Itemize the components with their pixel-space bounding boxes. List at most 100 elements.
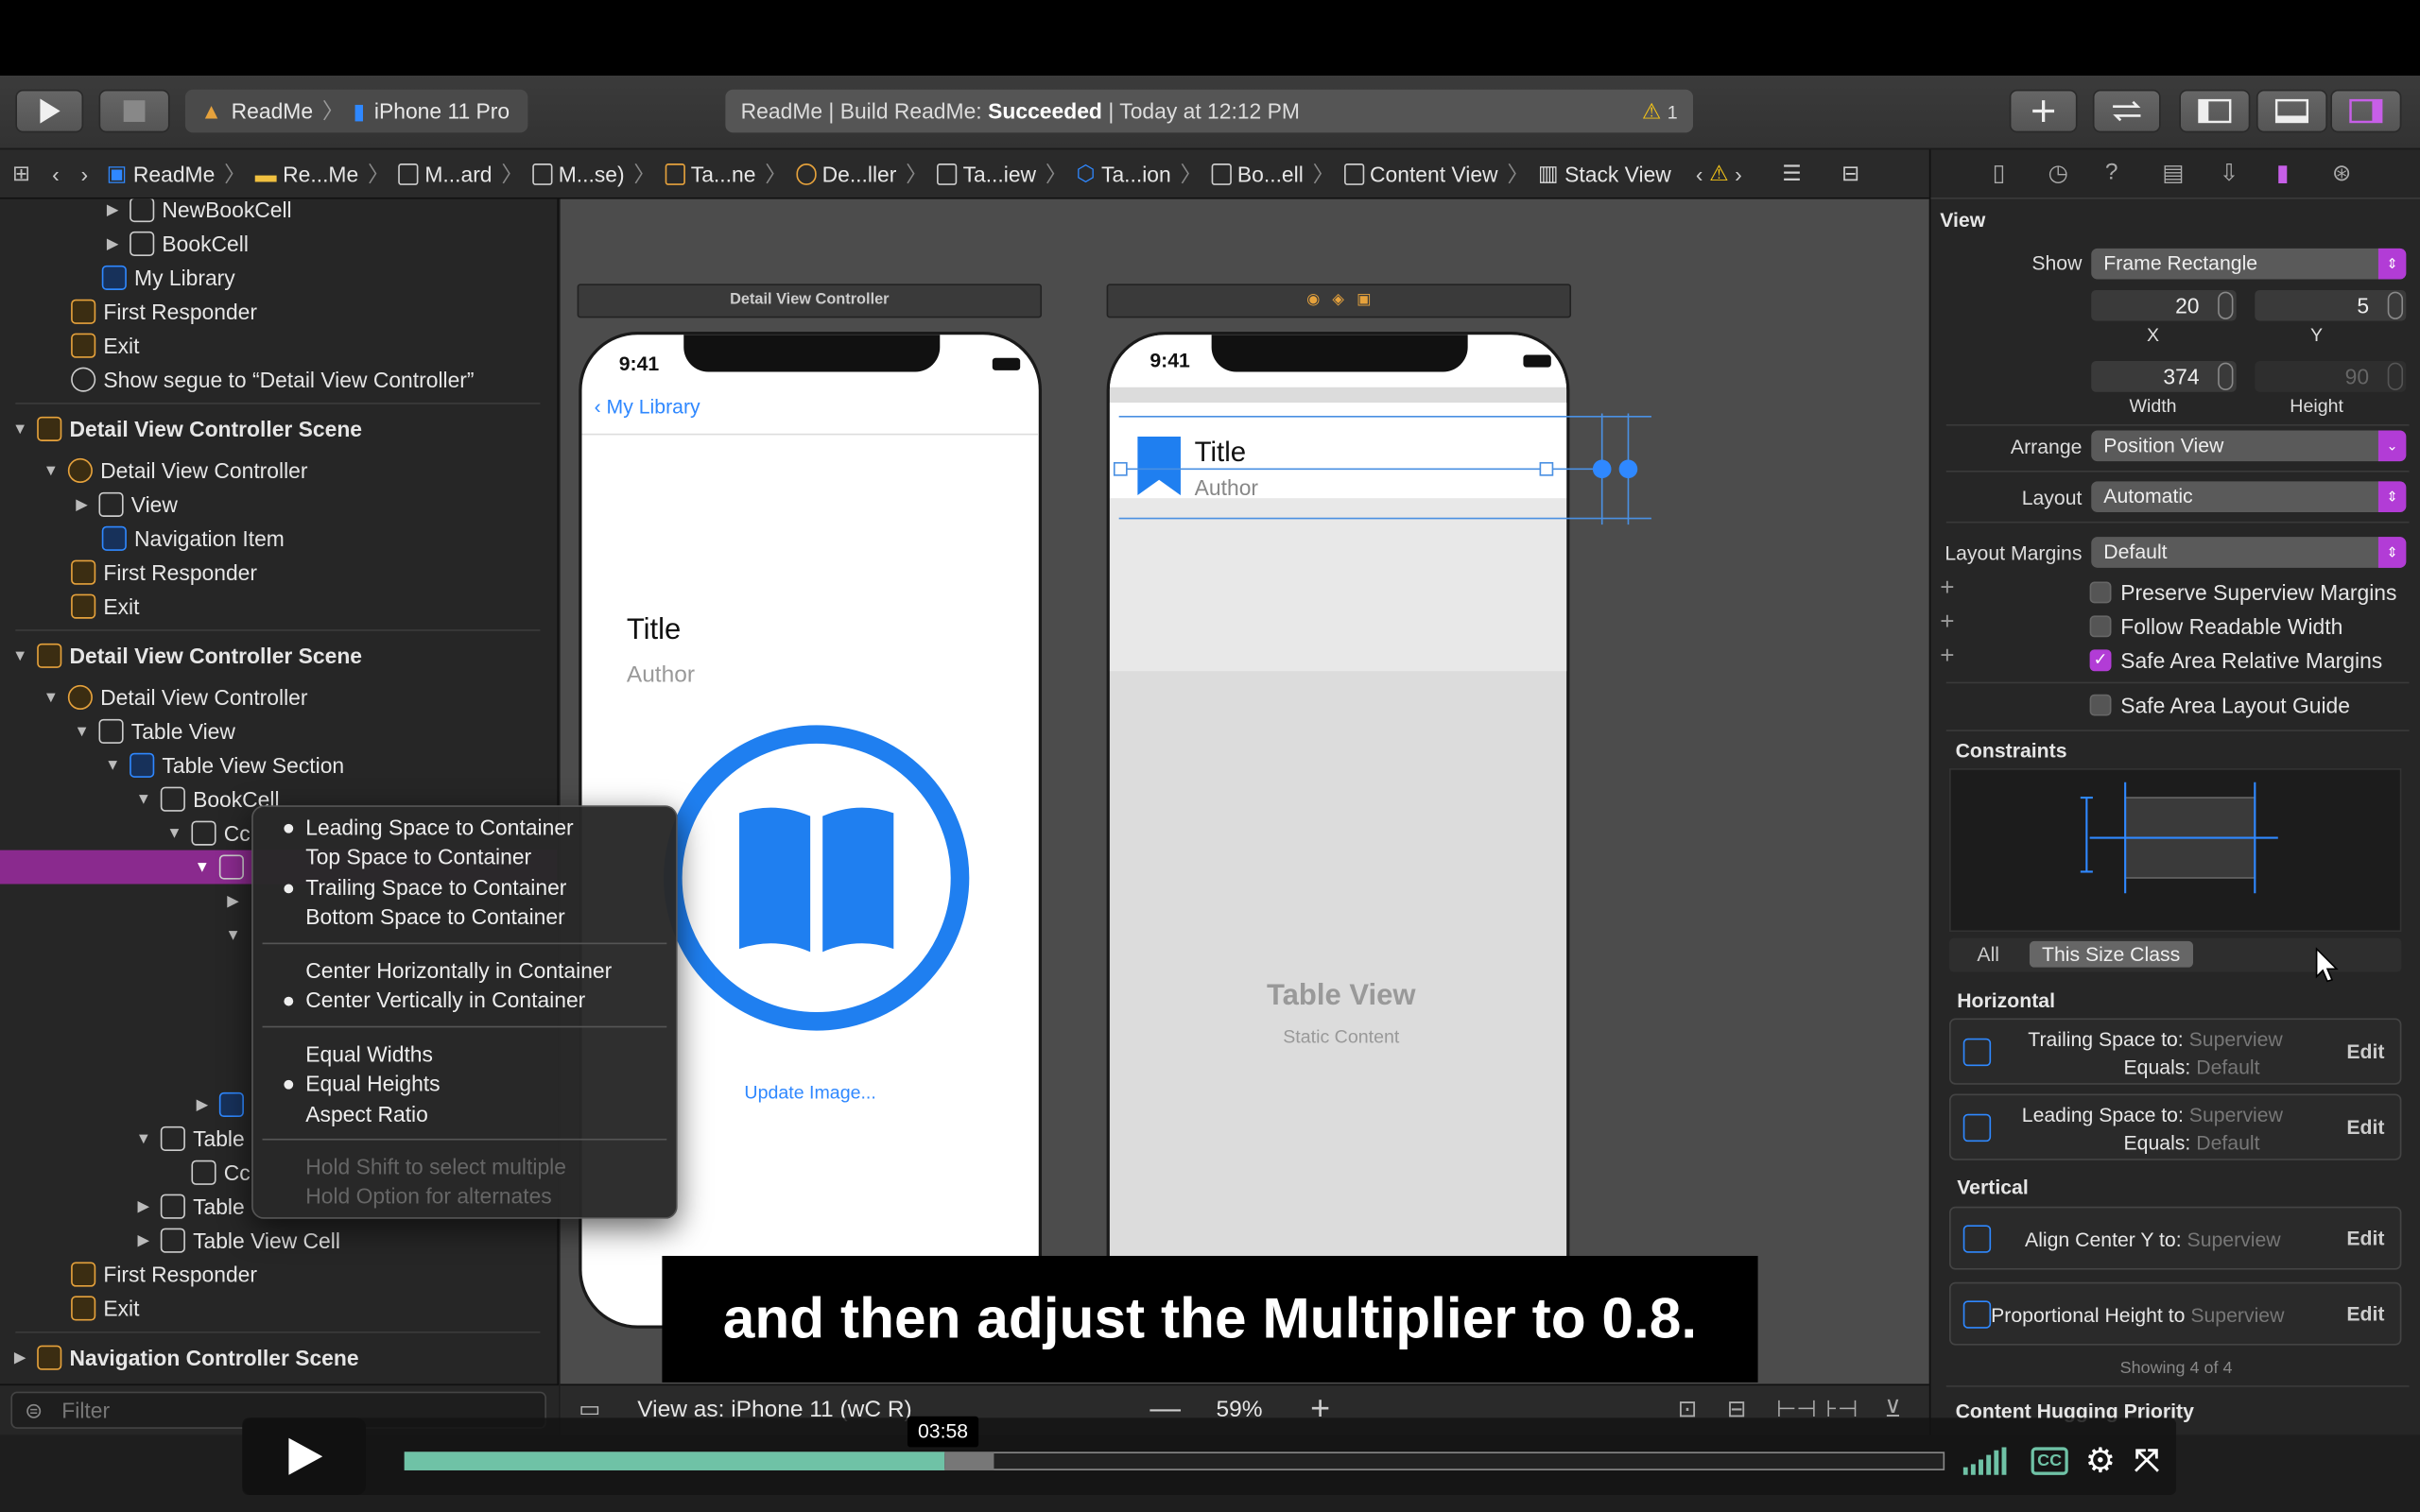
next-issue-icon[interactable]: › bbox=[1735, 162, 1742, 186]
scene-dock[interactable]: ◉ ◈ ▣ bbox=[1106, 284, 1572, 318]
video-play-button[interactable] bbox=[242, 1418, 366, 1496]
menu-item-leading[interactable]: Leading Space to Container bbox=[284, 815, 574, 839]
outline-row[interactable]: ▶ bbox=[225, 885, 250, 919]
crumb-base[interactable]: M...se) bbox=[531, 162, 625, 186]
identity-inspector-icon[interactable]: ▤ bbox=[2162, 159, 2184, 187]
outline-row[interactable]: ▶ BookCell bbox=[105, 227, 249, 261]
height-field[interactable]: 90 bbox=[2255, 361, 2407, 392]
volume-icon[interactable] bbox=[1962, 1447, 2010, 1475]
toggle-navigator-button[interactable] bbox=[2179, 89, 2251, 133]
crumb-cell[interactable]: Bo...ell bbox=[1211, 162, 1304, 186]
file-inspector-icon[interactable]: ▯ bbox=[1993, 159, 2005, 187]
safe-area-guide-checkbox[interactable] bbox=[2089, 694, 2112, 716]
warning-icon[interactable]: ⚠ bbox=[1709, 161, 1729, 187]
library-button[interactable] bbox=[2009, 89, 2078, 133]
show-popup[interactable]: Frame Rectangle ⇕ bbox=[2091, 248, 2407, 280]
outline-row[interactable]: Exit bbox=[71, 590, 139, 624]
constraint-leading[interactable]: Leading Space to: Superview Equals: Defa… bbox=[1949, 1093, 2402, 1160]
fullscreen-icon[interactable]: ⤧ bbox=[2135, 1444, 2159, 1480]
outline-row[interactable]: ▶ Table View Cell bbox=[136, 1224, 340, 1258]
menu-item-trailing[interactable]: Trailing Space to Container bbox=[284, 875, 566, 900]
plus-icon[interactable]: + bbox=[1940, 576, 1954, 603]
outline-row[interactable]: ▼ Table View bbox=[74, 714, 235, 748]
layout-margins-popup[interactable]: Default ⇕ bbox=[2091, 537, 2407, 568]
constraint-center-y[interactable]: Align Center Y to: Superview Edit bbox=[1949, 1206, 2402, 1270]
back-button[interactable]: ‹ My Library bbox=[595, 395, 700, 418]
warning-icon[interactable]: ⚠ 1 bbox=[1642, 98, 1678, 125]
edit-button[interactable]: Edit bbox=[2346, 1227, 2384, 1249]
outline-row[interactable]: Cc bbox=[191, 1156, 251, 1190]
history-inspector-icon[interactable]: ◷ bbox=[2048, 159, 2068, 187]
crumb-section[interactable]: ⬡ Ta...ion bbox=[1077, 161, 1171, 187]
responder-dock-icon[interactable]: ◈ bbox=[1332, 292, 1344, 309]
outline-row-scene[interactable]: ▼ Detail View Controller Scene bbox=[12, 412, 362, 446]
crumb-project[interactable]: ▣ ReadMe bbox=[107, 161, 216, 187]
toggle-inspector-button[interactable] bbox=[2330, 89, 2402, 133]
split-editor-icon[interactable]: ⊟ bbox=[1841, 161, 1859, 187]
crumb-controller[interactable]: De...ller bbox=[795, 162, 896, 186]
crumb-storyboard[interactable]: M...ard bbox=[398, 162, 493, 186]
outline-row[interactable]: Navigation Item bbox=[101, 522, 285, 556]
outline-row[interactable]: Show segue to “Detail View Controller” bbox=[71, 363, 475, 397]
menu-item-bottom[interactable]: Bottom Space to Container bbox=[305, 904, 564, 929]
size-inspector-icon[interactable]: ▮ bbox=[2276, 159, 2289, 187]
outline-row[interactable]: ▼ Table View Section bbox=[105, 748, 344, 782]
help-inspector-icon[interactable]: ? bbox=[2105, 159, 2118, 185]
menu-item-equal-heights[interactable]: Equal Heights bbox=[284, 1071, 441, 1095]
outline-row[interactable]: ▶ Table bbox=[136, 1190, 245, 1224]
outline-row[interactable]: ▼ Cc bbox=[166, 816, 251, 850]
exit-dock-icon[interactable]: ▣ bbox=[1357, 292, 1371, 309]
filter-size-class-tab[interactable]: This Size Class bbox=[2029, 940, 2193, 968]
readable-width-checkbox[interactable] bbox=[2089, 615, 2112, 638]
back-arrow-icon[interactable]: ‹ bbox=[52, 162, 60, 186]
settings-gear-icon[interactable]: ⚙ bbox=[2085, 1441, 2116, 1481]
plus-icon[interactable]: + bbox=[1940, 644, 1954, 671]
connections-inspector-icon[interactable]: ⊛ bbox=[2332, 159, 2352, 187]
outline-row[interactable]: ▼ bbox=[225, 918, 250, 952]
crumb-tableview[interactable]: Ta...iew bbox=[936, 162, 1036, 186]
run-button[interactable] bbox=[15, 89, 84, 133]
menu-item-center-h[interactable]: Center Horizontally in Container bbox=[305, 958, 612, 983]
crumb-contentview[interactable]: Content View bbox=[1343, 162, 1498, 186]
outline-row[interactable]: Exit bbox=[71, 329, 139, 363]
edit-button[interactable]: Edit bbox=[2346, 1115, 2384, 1138]
outline-row[interactable]: ▶ NewBookCell bbox=[105, 198, 292, 227]
outline-row-scene[interactable]: ▶ Navigation Controller Scene bbox=[12, 1341, 359, 1375]
layout-popup[interactable]: Automatic ⇕ bbox=[2091, 481, 2407, 513]
grid-icon[interactable]: ⊞ bbox=[12, 161, 30, 187]
menu-item-aspect-ratio[interactable]: Aspect Ratio bbox=[305, 1102, 428, 1126]
prev-issue-icon[interactable]: ‹ bbox=[1696, 162, 1703, 186]
lines-icon[interactable]: ☰ bbox=[1782, 161, 1802, 187]
constraint-proportional-height[interactable]: Proportional Height to Superview Edit bbox=[1949, 1281, 2402, 1346]
controller-dock-icon[interactable]: ◉ bbox=[1306, 292, 1320, 309]
outline-row[interactable]: ▼ Detail View Controller bbox=[43, 454, 307, 488]
book-image-icon[interactable] bbox=[659, 720, 974, 1035]
code-review-button[interactable] bbox=[2092, 89, 2161, 133]
constraint-trailing[interactable]: Trailing Space to: Superview Equals: Def… bbox=[1949, 1018, 2402, 1085]
book-author-label[interactable]: Author bbox=[627, 662, 695, 688]
menu-item-top[interactable]: Top Space to Container bbox=[305, 844, 531, 868]
stop-button[interactable] bbox=[98, 89, 170, 133]
arrange-popup[interactable]: Position View ⌄ bbox=[2091, 430, 2407, 462]
filter-all-tab[interactable]: All bbox=[1977, 943, 1999, 966]
stack-view-selection[interactable] bbox=[1103, 404, 1659, 534]
outline-row[interactable]: First Responder bbox=[71, 295, 257, 329]
outline-row[interactable]: ▶ bbox=[195, 1088, 251, 1122]
outline-row-scene[interactable]: ▼ Detail View Controller Scene bbox=[12, 639, 362, 673]
x-field[interactable]: 20 bbox=[2091, 289, 2237, 321]
preserve-margins-checkbox[interactable] bbox=[2089, 581, 2112, 604]
crumb-scene[interactable]: Ta...ne bbox=[665, 162, 755, 186]
y-field[interactable]: 5 bbox=[2255, 289, 2407, 321]
outline-row[interactable]: ▼ Detail View Controller bbox=[43, 680, 307, 714]
crumb-folder[interactable]: ▬ Re...Me bbox=[255, 162, 358, 186]
outline-row[interactable]: First Responder bbox=[71, 1258, 257, 1292]
crumb-stackview[interactable]: ▥ Stack View bbox=[1538, 161, 1671, 187]
outline-row[interactable]: Exit bbox=[71, 1292, 139, 1326]
plus-icon[interactable]: + bbox=[1940, 610, 1954, 637]
outline-row[interactable]: First Responder bbox=[71, 556, 257, 590]
width-field[interactable]: 374 bbox=[2091, 361, 2237, 392]
captions-button[interactable]: CC bbox=[2031, 1447, 2068, 1475]
scene-title-bar[interactable]: Detail View Controller bbox=[577, 284, 1043, 318]
outline-row[interactable]: My Library bbox=[101, 261, 235, 295]
menu-item-center-v[interactable]: Center Vertically in Container bbox=[284, 988, 585, 1012]
